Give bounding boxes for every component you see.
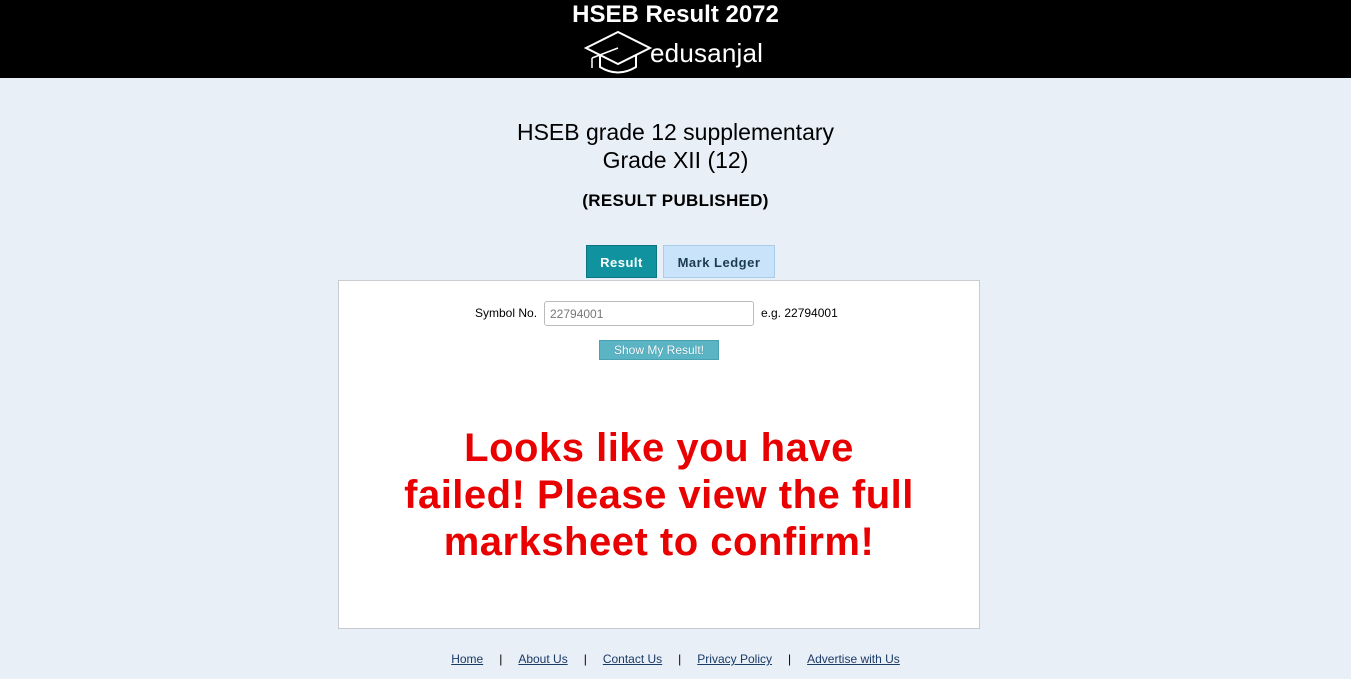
graduation-cap-icon (584, 30, 653, 74)
tab-result[interactable]: Result (586, 245, 657, 278)
footer-link-about[interactable]: About Us (518, 652, 567, 666)
result-status: (RESULT PUBLISHED) (582, 191, 769, 210)
logo-text: edusanjal (650, 38, 764, 68)
footer-link-privacy[interactable]: Privacy Policy (697, 652, 772, 666)
site-title: HSEB Result 2072 (572, 1, 779, 28)
footer-separator: | (499, 652, 503, 666)
page-subtitle: Grade XII (12) (602, 147, 749, 173)
footer-link-contact[interactable]: Contact Us (603, 652, 662, 666)
symbol-label: Symbol No. (475, 306, 538, 320)
footer-separator: | (678, 652, 682, 666)
site-header: HSEB Result 2072 edusanjal (0, 0, 1351, 78)
footer-separator: | (787, 652, 792, 666)
footer-link-home[interactable]: Home (451, 652, 483, 666)
symbol-example: e.g. 22794001 (761, 306, 838, 320)
result-panel: Symbol No. e.g. 22794001 Show My Result!… (338, 280, 980, 629)
result-message: Looks like you have failed! Please view … (404, 426, 914, 564)
tab-mark-ledger[interactable]: Mark Ledger (663, 245, 775, 278)
footer-link-advertise[interactable]: Advertise with Us (807, 652, 900, 666)
symbol-input[interactable] (544, 301, 754, 326)
edusanjal-logo[interactable]: edusanjal (584, 28, 784, 76)
page-title: HSEB grade 12 supplementary (516, 119, 835, 145)
footer-nav: Home | About Us | Contact Us | Privacy Policy |… (0, 652, 1351, 666)
footer-separator: | (583, 652, 587, 666)
show-result-button[interactable]: Show My Result! (599, 340, 719, 360)
